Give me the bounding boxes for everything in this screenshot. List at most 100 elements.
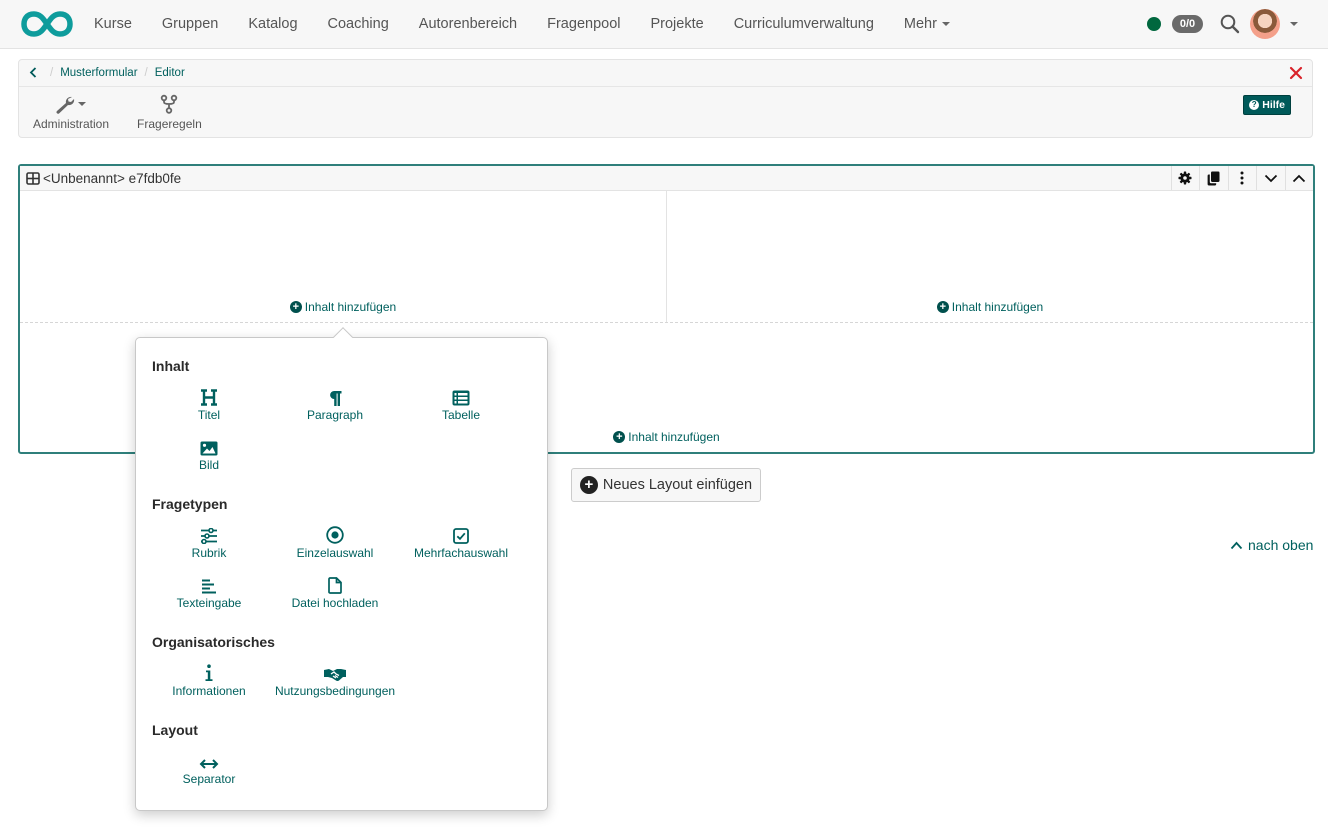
- item-label: Separator: [182, 772, 236, 786]
- nav-projekte[interactable]: Projekte: [650, 16, 703, 32]
- item-label: Texteingabe: [176, 596, 242, 610]
- chevron-up-icon: [1230, 541, 1243, 549]
- nav-autorenbereich[interactable]: Autorenbereich: [419, 16, 517, 32]
- handshake-icon: [324, 669, 346, 681]
- file-icon: [328, 577, 342, 594]
- wrench-icon: [56, 96, 87, 114]
- new-layout-label: Neues Layout einfügen: [602, 477, 753, 493]
- plus-circle-icon: +: [579, 476, 598, 494]
- add-content-link[interactable]: + Inhalt hinzufügen: [667, 300, 1313, 314]
- plus-circle-icon: +: [289, 301, 302, 313]
- search-icon[interactable]: [1219, 13, 1241, 35]
- copy-icon: [1207, 171, 1220, 185]
- add-image-item[interactable]: Bild: [146, 436, 272, 476]
- sliders-icon: [201, 528, 217, 544]
- info-icon: [205, 664, 213, 681]
- add-text-input-item[interactable]: Texteingabe: [146, 574, 272, 614]
- question-circle-icon: ?: [1249, 100, 1260, 110]
- branch-icon: [161, 94, 178, 114]
- layout-header: <Unbenannt> e7fdb0fe: [20, 166, 1313, 191]
- layout-column-right: + Inhalt hinzufügen: [666, 191, 1313, 322]
- notification-badge[interactable]: 0/0: [1172, 15, 1203, 33]
- radio-icon: [326, 526, 344, 544]
- move-up-button[interactable]: [1284, 166, 1314, 190]
- add-single-choice-item[interactable]: Einzelauswahl: [272, 524, 398, 564]
- nav-katalog[interactable]: Katalog: [248, 16, 297, 32]
- back-to-top-link[interactable]: nach oben: [1230, 537, 1313, 553]
- item-label: Rubrik: [191, 546, 227, 560]
- add-content-label: Inhalt hinzufügen: [628, 430, 720, 444]
- breadcrumb-musterformular[interactable]: Musterformular: [60, 67, 137, 79]
- gear-icon: [1178, 171, 1192, 185]
- frageregeln-button[interactable]: Frageregeln: [137, 93, 202, 131]
- layout-column-left: + Inhalt hinzufügen: [20, 191, 666, 322]
- item-label: Einzelauswahl: [296, 546, 374, 560]
- logo-infinity-icon[interactable]: [21, 10, 73, 38]
- heading-icon: [201, 389, 217, 406]
- add-terms-of-use-item[interactable]: Nutzungsbedingungen: [272, 662, 398, 702]
- grid-layout-icon: [26, 171, 40, 185]
- add-multiple-choice-item[interactable]: Mehrfachauswahl: [398, 524, 524, 564]
- item-label: Tabelle: [441, 408, 481, 422]
- add-paragraph-item[interactable]: Paragraph: [272, 386, 398, 426]
- layout-more-button[interactable]: [1227, 166, 1257, 190]
- caret-down-icon: [941, 22, 950, 27]
- add-file-upload-item[interactable]: Datei hochladen: [272, 574, 398, 614]
- add-title-item[interactable]: Titel: [146, 386, 272, 426]
- add-separator-item[interactable]: Separator: [146, 750, 272, 790]
- nav-coaching[interactable]: Coaching: [328, 16, 389, 32]
- close-icon[interactable]: [1289, 66, 1303, 80]
- chevron-down-icon: [1264, 174, 1277, 182]
- nav-more-label: Mehr: [903, 16, 937, 32]
- nav-curriculumverwaltung[interactable]: Curriculumverwaltung: [734, 16, 874, 32]
- section-title-fragetypen: Fragetypen: [152, 496, 228, 512]
- back-chevron-icon[interactable]: [29, 66, 43, 81]
- nav-more-dropdown[interactable]: Mehr: [904, 16, 950, 32]
- add-table-item[interactable]: Tabelle: [398, 386, 524, 426]
- add-content-label: Inhalt hinzufügen: [304, 300, 397, 314]
- checkbox-icon: [453, 528, 469, 544]
- table-icon: [452, 390, 470, 406]
- administration-button[interactable]: Administration: [33, 93, 109, 131]
- layout-row-1: + Inhalt hinzufügen + Inhalt hinzufügen: [20, 191, 1313, 323]
- add-rubric-item[interactable]: Rubrik: [146, 524, 272, 564]
- item-label: Informationen: [172, 684, 246, 698]
- user-menu-caret-icon[interactable]: [1290, 22, 1298, 26]
- arrows-horizontal-icon: [199, 759, 219, 769]
- help-label: Hilfe: [1262, 99, 1285, 111]
- top-navbar: Kurse Gruppen Katalog Coaching Autorenbe…: [0, 0, 1328, 49]
- back-to-top-label: nach oben: [1248, 537, 1314, 553]
- add-content-popover: Inhalt Titel Paragraph Tabelle Bild Frag…: [135, 327, 548, 811]
- item-label: Datei hochladen: [291, 596, 379, 610]
- paragraph-icon: [329, 391, 341, 406]
- administration-label: Administration: [33, 117, 110, 131]
- item-label: Titel: [197, 408, 221, 422]
- add-content-label: Inhalt hinzufügen: [951, 300, 1044, 314]
- item-label: Paragraph: [306, 408, 364, 422]
- kebab-menu-icon: [1240, 171, 1244, 185]
- user-avatar[interactable]: [1250, 9, 1280, 39]
- item-label: Nutzungsbedingungen: [274, 684, 396, 698]
- section-title-organisatorisches: Organisatorisches: [152, 634, 275, 650]
- section-title-layout: Layout: [152, 722, 198, 738]
- new-layout-button[interactable]: + Neues Layout einfügen: [571, 468, 761, 502]
- layout-title: <Unbenannt> e7fdb0fe: [43, 170, 182, 186]
- breadcrumb: / Musterformular / Editor: [19, 60, 1312, 87]
- nav-fragenpool[interactable]: Fragenpool: [547, 16, 620, 32]
- online-status-indicator[interactable]: [1147, 17, 1161, 31]
- nav-kurse[interactable]: Kurse: [94, 16, 132, 32]
- add-information-item[interactable]: Informationen: [146, 662, 272, 702]
- editor-toolbar-panel: / Musterformular / Editor Administration: [18, 59, 1313, 138]
- help-button[interactable]: ? Hilfe: [1243, 95, 1291, 115]
- breadcrumb-separator: /: [144, 67, 148, 79]
- nav-gruppen[interactable]: Gruppen: [162, 16, 218, 32]
- item-label: Mehrfachauswahl: [413, 546, 509, 560]
- add-content-link[interactable]: + Inhalt hinzufügen: [20, 300, 666, 314]
- section-title-inhalt: Inhalt: [152, 358, 190, 374]
- align-left-icon: [202, 579, 216, 594]
- breadcrumb-editor[interactable]: Editor: [155, 67, 185, 79]
- layout-settings-button[interactable]: [1170, 166, 1200, 190]
- move-down-button[interactable]: [1256, 166, 1285, 190]
- frageregeln-label: Frageregeln: [137, 117, 202, 131]
- layout-duplicate-button[interactable]: [1199, 166, 1228, 190]
